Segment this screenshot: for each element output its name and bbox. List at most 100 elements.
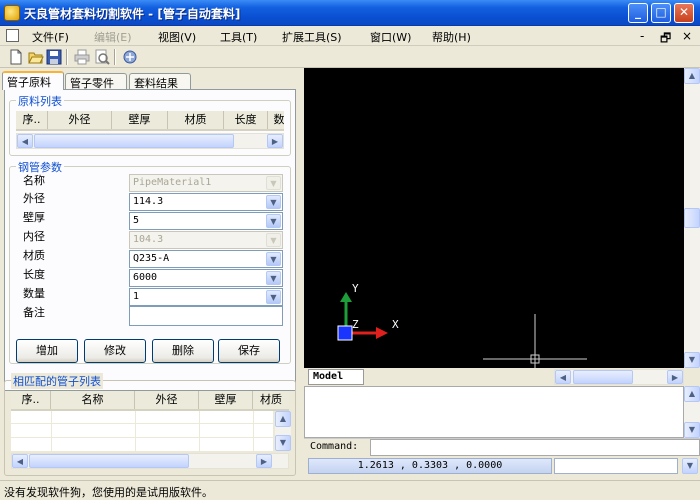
scroll-left-arrow-icon[interactable]: ◀ [12, 454, 28, 468]
scroll-down-arrow-icon[interactable]: ▼ [684, 422, 700, 438]
menu-view[interactable]: 视图(V) [158, 29, 196, 45]
column-header-index[interactable]: 序.. [16, 111, 48, 129]
tab-pipe-parts[interactable]: 管子零件 [65, 73, 127, 90]
matched-parts-grid-header: 序.. 名称 外径 壁厚 材质 [11, 391, 289, 411]
chevron-down-icon[interactable]: ▼ [266, 214, 281, 228]
chevron-down-icon[interactable]: ▼ [266, 252, 281, 266]
scroll-left-arrow-icon[interactable]: ◀ [555, 370, 571, 384]
column-header-wall-thickness[interactable]: 壁厚 [112, 111, 168, 129]
print-preview-icon[interactable] [94, 49, 110, 65]
scroll-left-arrow-icon[interactable]: ◀ [17, 134, 33, 148]
canvas-horizontal-scrollbar[interactable]: ◀ ▶ [554, 369, 684, 385]
scroll-thumb[interactable] [684, 208, 700, 228]
menu-help[interactable]: 帮助(H) [432, 29, 471, 45]
column-header-material[interactable]: 材质 [253, 391, 289, 409]
column-header-quantity[interactable]: 数 [268, 111, 285, 129]
column-header-index[interactable]: 序.. [11, 391, 51, 409]
layout-tab-strip: Model ◀ ▶ [304, 368, 700, 386]
tab-raw-material[interactable]: 管子原料 [2, 71, 64, 90]
raw-material-horizontal-scrollbar[interactable]: ◀ ▶ [16, 133, 284, 149]
canvas-vertical-scrollbar[interactable]: ▲ ▼ [684, 68, 700, 368]
status-text: 没有发现软件狗，您使用的是试用版软件。 [4, 486, 213, 499]
chevron-down-icon[interactable]: ▼ [266, 195, 281, 209]
inner-diameter-combo: 104.3 ▼ [129, 231, 283, 249]
menu-edit[interactable]: 编辑(E) [94, 29, 132, 45]
quantity-label: 数量 [23, 287, 45, 300]
length-combo[interactable]: 6000 ▼ [129, 269, 283, 287]
inner-diameter-value: 104.3 [133, 234, 164, 245]
column-header-length[interactable]: 长度 [224, 111, 268, 129]
close-button[interactable]: ✕ [674, 3, 694, 23]
material-combo[interactable]: Q235-A ▼ [129, 250, 283, 268]
command-history[interactable] [304, 386, 684, 438]
cursor-coordinates: 1.2613 , 0.3303 , 0.0000 [308, 458, 552, 474]
scroll-down-arrow-icon[interactable]: ▼ [275, 435, 291, 451]
chevron-down-icon[interactable]: ▼ [266, 271, 281, 285]
quantity-combo[interactable]: 1 ▼ [129, 288, 283, 306]
mdi-close-button[interactable]: × [682, 29, 692, 43]
chevron-down-icon[interactable]: ▼ [266, 290, 281, 304]
note-input[interactable] [129, 306, 283, 326]
coordinates-input[interactable] [554, 458, 678, 474]
column-header-outer-diameter[interactable]: 外径 [135, 391, 199, 409]
delete-button[interactable]: 删除 [152, 339, 214, 363]
matched-parts-group: 相匹配的管子列表 序.. 名称 外径 壁厚 材质 ▲ ▼ ◀ ▶ [4, 373, 296, 476]
cad-drawing-canvas[interactable]: Y Z X [304, 68, 684, 368]
y-axis-label: Y [352, 282, 359, 295]
print-icon[interactable] [74, 49, 90, 65]
wall-thickness-value: 5 [133, 215, 140, 226]
scroll-thumb[interactable] [34, 134, 234, 148]
grid-column-line [199, 411, 200, 451]
scroll-right-arrow-icon[interactable]: ▶ [256, 454, 272, 468]
save-icon[interactable] [46, 49, 62, 65]
scroll-right-arrow-icon[interactable]: ▶ [267, 134, 283, 148]
minimize-button[interactable]: _ [628, 3, 648, 23]
name-combo: PipeMaterial1 ▼ [129, 174, 283, 192]
column-header-wall-thickness[interactable]: 壁厚 [199, 391, 253, 409]
scroll-thumb[interactable] [573, 370, 633, 384]
matched-parts-grid-body[interactable] [11, 411, 273, 451]
scroll-down-arrow-icon[interactable]: ▼ [684, 352, 700, 368]
material-label: 材质 [23, 249, 45, 262]
about-icon[interactable] [122, 49, 138, 65]
matched-parts-vertical-scrollbar[interactable]: ▲ ▼ [275, 411, 291, 451]
outer-diameter-value: 114.3 [133, 196, 164, 207]
command-history-scrollbar[interactable]: ▲ ▼ [684, 386, 700, 438]
grid-column-line [253, 411, 254, 451]
raw-material-grid-header: 序.. 外径 壁厚 材质 长度 数 [16, 111, 284, 131]
document-icon[interactable] [6, 29, 19, 42]
scroll-up-arrow-icon[interactable]: ▲ [275, 411, 291, 427]
wall-thickness-combo[interactable]: 5 ▼ [129, 212, 283, 230]
column-header-outer-diameter[interactable]: 外径 [48, 111, 112, 129]
scroll-down-arrow-icon[interactable]: ▼ [682, 458, 698, 474]
material-value: Q235-A [133, 253, 170, 264]
add-button[interactable]: 增加 [16, 339, 78, 363]
mdi-minimize-button[interactable]: - [640, 29, 644, 43]
length-value: 6000 [133, 272, 158, 283]
open-folder-icon[interactable] [28, 49, 44, 65]
menu-tools[interactable]: 工具(T) [220, 29, 257, 45]
column-header-name[interactable]: 名称 [51, 391, 135, 409]
scroll-thumb[interactable] [29, 454, 189, 468]
save-button[interactable]: 保存 [218, 339, 280, 363]
matched-parts-horizontal-scrollbar[interactable]: ◀ ▶ [11, 453, 289, 469]
matched-parts-group-title: 相匹配的管子列表 [11, 373, 103, 389]
title-bar[interactable]: 天良管材套料切割软件 - [管子自动套料] _ □ ✕ [0, 0, 700, 26]
scroll-right-arrow-icon[interactable]: ▶ [667, 370, 683, 384]
outer-diameter-combo[interactable]: 114.3 ▼ [129, 193, 283, 211]
tab-nesting-results[interactable]: 套料结果 [129, 73, 191, 90]
menu-extended-tools[interactable]: 扩展工具(S) [282, 29, 342, 45]
new-file-icon[interactable] [8, 49, 24, 65]
menu-window[interactable]: 窗口(W) [370, 29, 411, 45]
outer-diameter-label: 外径 [23, 192, 45, 205]
menu-file[interactable]: 文件(F) [32, 29, 69, 45]
toolbar-separator [114, 49, 116, 65]
window-title: 天良管材套料切割软件 - [管子自动套料] [24, 7, 241, 21]
command-input[interactable] [370, 439, 700, 456]
scroll-up-arrow-icon[interactable]: ▲ [684, 386, 700, 402]
column-header-material[interactable]: 材质 [168, 111, 224, 129]
scroll-up-arrow-icon[interactable]: ▲ [684, 68, 700, 84]
maximize-button[interactable]: □ [651, 3, 671, 23]
model-tab[interactable]: Model [308, 369, 364, 385]
modify-button[interactable]: 修改 [84, 339, 146, 363]
